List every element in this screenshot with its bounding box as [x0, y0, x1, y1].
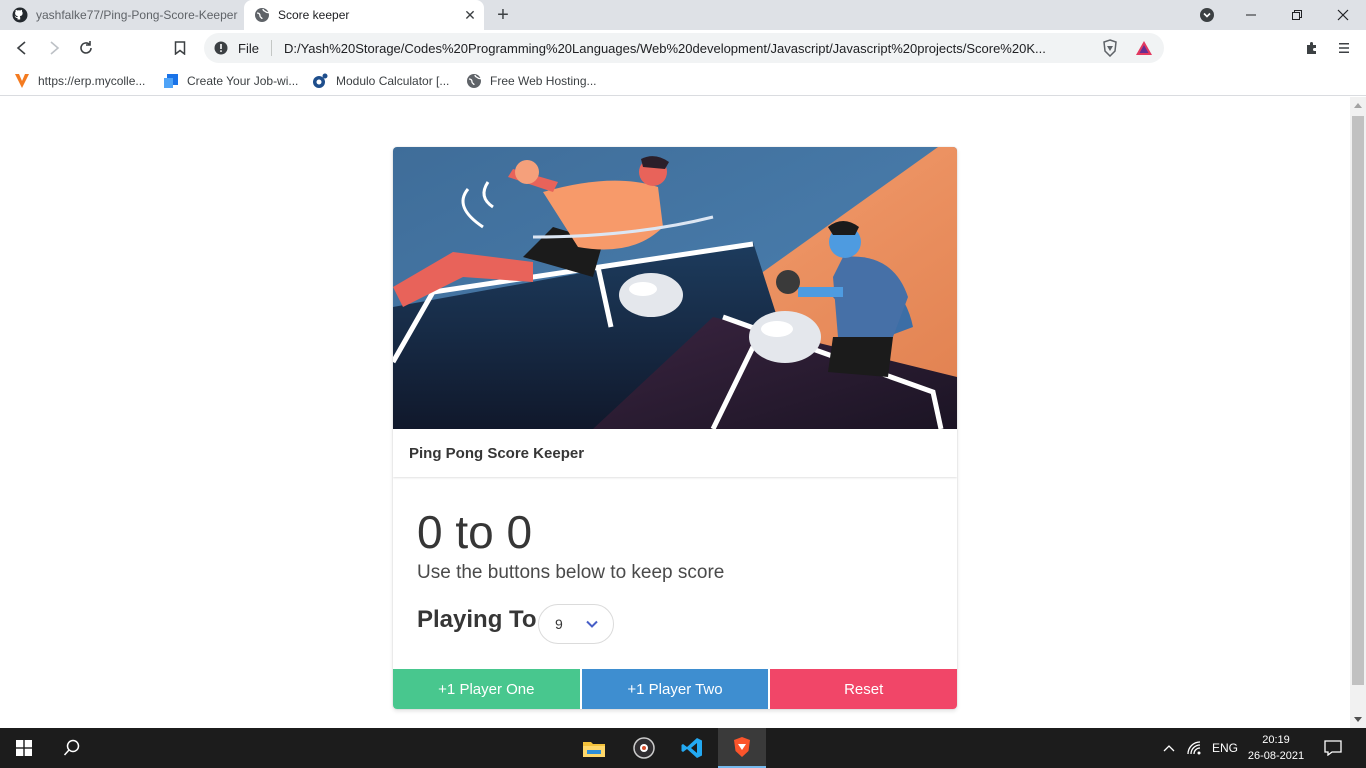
notifications-icon[interactable]: [1324, 728, 1342, 768]
tab-strip: yashfalke77/Ping-Pong-Score-Keeper Score…: [0, 0, 1366, 30]
bookmark-job[interactable]: Create Your Job-wi...: [163, 72, 298, 90]
obs-icon[interactable]: [620, 728, 668, 768]
bookmark-label: https://erp.mycolle...: [38, 74, 146, 88]
bookmark-icon[interactable]: [168, 37, 192, 59]
brave-rewards-icon[interactable]: [1134, 38, 1154, 58]
tab-github[interactable]: yashfalke77/Ping-Pong-Score-Keeper: [0, 0, 242, 30]
v-logo-icon: [14, 73, 30, 89]
url-text: D:/Yash%20Storage/Codes%20Programming%20…: [283, 40, 1046, 56]
restore-icon[interactable]: [1274, 0, 1320, 30]
back-icon[interactable]: [10, 37, 34, 59]
tab-search-icon[interactable]: [1184, 0, 1230, 30]
scroll-down-icon[interactable]: [1350, 712, 1366, 728]
close-window-icon[interactable]: [1320, 0, 1366, 30]
page-icon: [163, 73, 179, 89]
minimize-icon[interactable]: [1228, 0, 1274, 30]
instructions-text: Use the buttons below to keep score: [417, 562, 725, 583]
playing-to-label: Playing To: [417, 606, 537, 633]
tab-label: yashfalke77/Ping-Pong-Score-Keeper: [36, 8, 238, 22]
bookmark-modulo[interactable]: Modulo Calculator [...: [312, 72, 449, 90]
player-two-button[interactable]: +1 Player Two: [581, 669, 771, 709]
bookmark-label: Free Web Hosting...: [490, 74, 597, 88]
selected-value: 9: [555, 616, 563, 632]
globe-icon: [466, 73, 482, 89]
scroll-thumb[interactable]: [1352, 116, 1364, 685]
chevron-down-icon: [585, 617, 599, 631]
clock-time: 20:19: [1262, 734, 1290, 746]
score-card: Ping Pong Score Keeper 0 to 0 Use the bu…: [393, 147, 957, 709]
wifi-icon[interactable]: [1186, 728, 1204, 768]
bookmark-label: Modulo Calculator [...: [336, 74, 450, 88]
menu-icon[interactable]: [1332, 37, 1356, 59]
brave-browser-icon[interactable]: [718, 728, 766, 768]
reload-icon[interactable]: [74, 37, 98, 59]
calculator-icon: [312, 73, 328, 89]
player-one-button[interactable]: +1 Player One: [393, 669, 582, 709]
windows-taskbar: ENG 20:19 26-08-2021: [0, 728, 1366, 768]
browser-toolbar: File D:/Yash%20Storage/Codes%20Programmi…: [0, 30, 1366, 66]
clock[interactable]: 20:19 26-08-2021: [1240, 732, 1312, 764]
tab-score-keeper[interactable]: Score keeper ✕: [244, 0, 484, 30]
scroll-up-icon[interactable]: [1350, 97, 1366, 113]
card-footer: +1 Player One +1 Player Two Reset: [393, 669, 957, 709]
card-header: Ping Pong Score Keeper: [393, 429, 957, 477]
search-icon[interactable]: [48, 728, 96, 768]
url-scheme: File: [238, 40, 259, 56]
new-tab-button[interactable]: +: [492, 4, 514, 26]
globe-icon: [254, 7, 270, 23]
info-icon[interactable]: [214, 41, 228, 55]
extensions-icon[interactable]: [1300, 37, 1324, 59]
language-indicator[interactable]: ENG: [1212, 728, 1238, 768]
github-icon: [12, 7, 28, 23]
bookmark-erp[interactable]: https://erp.mycolle...: [14, 72, 145, 90]
ping-pong-illustration: [393, 147, 957, 431]
bookmark-label: Create Your Job-wi...: [187, 74, 299, 88]
windows-start-icon[interactable]: [0, 728, 48, 768]
show-hidden-icons-icon[interactable]: [1163, 728, 1175, 768]
close-icon[interactable]: ✕: [462, 7, 478, 23]
file-explorer-icon[interactable]: [570, 728, 618, 768]
address-bar[interactable]: File D:/Yash%20Storage/Codes%20Programmi…: [204, 33, 1164, 63]
divider: [270, 40, 272, 56]
bookmark-hosting[interactable]: Free Web Hosting...: [466, 72, 597, 90]
page-viewport: Ping Pong Score Keeper 0 to 0 Use the bu…: [0, 97, 1350, 728]
bookmarks-bar: https://erp.mycolle... Create Your Job-w…: [0, 66, 1366, 96]
card-title: Ping Pong Score Keeper: [409, 444, 585, 462]
tab-label: Score keeper: [278, 8, 350, 22]
reset-button[interactable]: Reset: [770, 669, 957, 709]
playing-to-select[interactable]: 9: [538, 604, 614, 644]
clock-date: 26-08-2021: [1247, 750, 1305, 762]
score-display: 0 to 0: [417, 506, 533, 558]
vscode-icon[interactable]: [668, 728, 716, 768]
forward-icon[interactable]: [42, 37, 66, 59]
brave-shield-icon[interactable]: [1100, 38, 1120, 58]
page-scrollbar[interactable]: [1350, 97, 1366, 728]
